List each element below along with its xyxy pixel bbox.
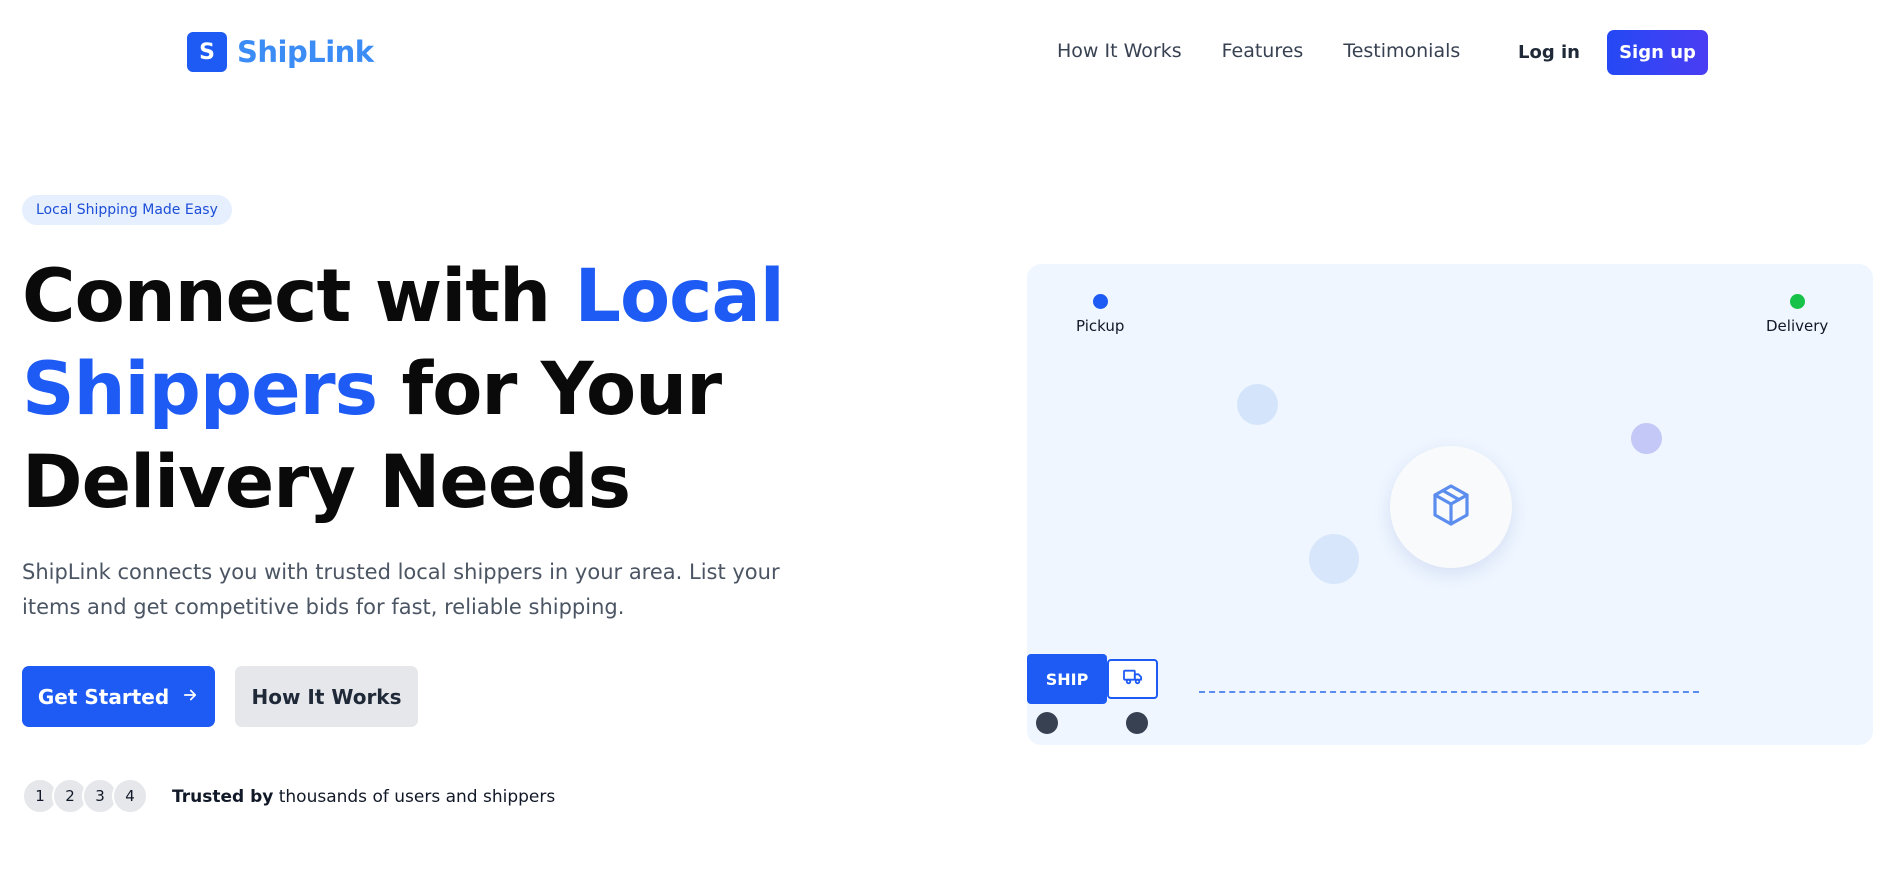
pickup-marker: Pickup (1076, 294, 1124, 335)
shipping-illustration: Pickup Delivery SHIP (1027, 264, 1873, 745)
pickup-label: Pickup (1076, 317, 1125, 335)
truck-body: SHIP (1027, 654, 1107, 704)
avatar: 4 (112, 778, 148, 814)
how-it-works-button[interactable]: How It Works (235, 666, 418, 727)
truck-cab (1107, 659, 1158, 699)
package-badge (1390, 446, 1512, 568)
login-link[interactable]: Log in (1518, 42, 1580, 63)
decor-bubble (1237, 384, 1278, 425)
pickup-dot (1092, 294, 1108, 309)
headline-part-1: Connect with (22, 254, 575, 339)
nav-link-how-it-works[interactable]: How It Works (1057, 40, 1182, 62)
nav-link-testimonials[interactable]: Testimonials (1343, 40, 1460, 62)
delivery-marker: Delivery (1766, 294, 1828, 335)
trust-text: Trusted by thousands of users and shippe… (172, 787, 555, 807)
trust-rest: thousands of users and shippers (273, 787, 556, 807)
get-started-label: Get Started (37, 684, 170, 709)
signup-button[interactable]: Sign up (1607, 30, 1708, 75)
hero-subtext: ShipLink connects you with trusted local… (22, 560, 780, 619)
hero-badge: Local Shipping Made Easy (22, 195, 232, 225)
avatar-group: 1 2 3 4 (22, 778, 148, 814)
truck-icon (1122, 668, 1144, 691)
logo-mark: S (187, 32, 227, 72)
truck-wheel (1126, 712, 1148, 734)
logo[interactable]: S ShipLink (187, 32, 374, 72)
route-line (1199, 691, 1699, 693)
package-icon (1427, 481, 1475, 534)
decor-bubble (1309, 534, 1359, 584)
arrow-right-icon (181, 685, 199, 709)
logo-text: ShipLink (237, 35, 374, 69)
main-nav: How It Works Features Testimonials (1057, 40, 1460, 62)
truck-wheel (1036, 712, 1058, 734)
decor-bubble (1631, 423, 1662, 454)
delivery-dot (1789, 294, 1805, 309)
hero-headline: Connect with Local Shippers for Your Del… (22, 250, 822, 529)
trust-bold: Trusted by (172, 787, 274, 807)
delivery-label: Delivery (1766, 317, 1829, 335)
nav-link-features[interactable]: Features (1222, 40, 1304, 62)
get-started-button[interactable]: Get Started (22, 666, 215, 727)
site-header: S ShipLink How It Works Features Testimo… (0, 0, 1903, 106)
